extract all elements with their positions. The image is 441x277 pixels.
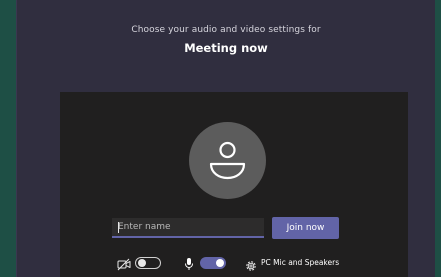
meeting-title: Meeting now (184, 41, 268, 55)
device-controls: PC Mic and Speakers (60, 254, 408, 274)
prejoin-dialog: Choose your audio and video settings for… (16, 0, 435, 277)
text-caret (118, 222, 119, 233)
teams-prejoin-screen: Choose your audio and video settings for… (0, 0, 441, 277)
audio-device-label[interactable]: PC Mic and Speakers (261, 258, 339, 267)
person-icon (209, 141, 246, 180)
name-input[interactable] (112, 218, 264, 238)
camera-off-icon[interactable] (117, 256, 131, 275)
camera-toggle-knob (138, 259, 146, 267)
microphone-icon[interactable] (184, 256, 194, 275)
avatar (189, 122, 266, 199)
join-now-button[interactable]: Join now (272, 217, 339, 239)
camera-toggle[interactable] (135, 257, 161, 269)
video-preview: Join now (60, 92, 408, 277)
microphone-toggle[interactable] (200, 257, 226, 269)
gear-icon[interactable] (245, 257, 257, 276)
microphone-toggle-knob (216, 259, 224, 267)
settings-subtitle: Choose your audio and video settings for (131, 25, 321, 35)
